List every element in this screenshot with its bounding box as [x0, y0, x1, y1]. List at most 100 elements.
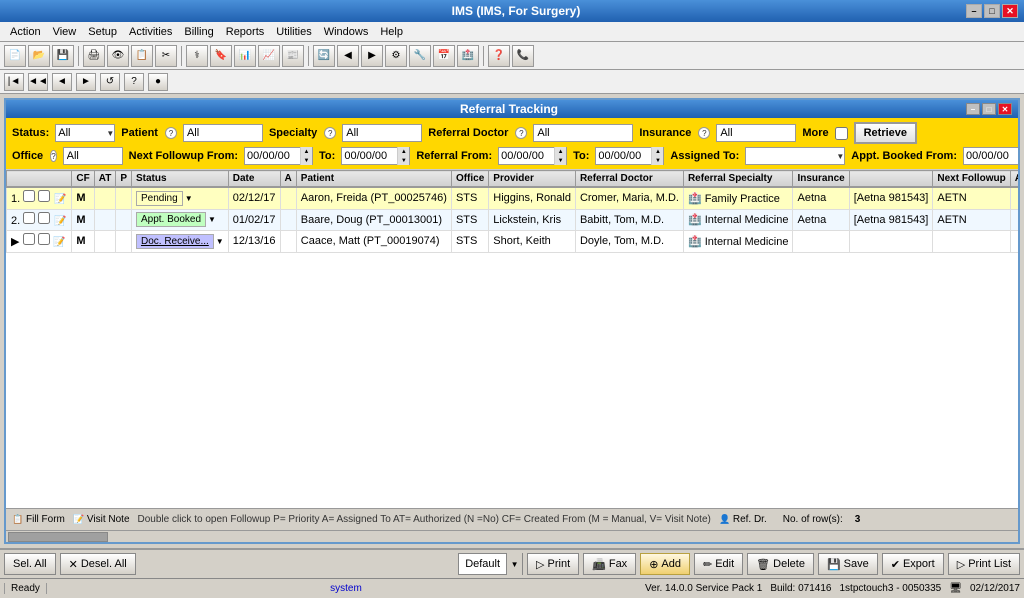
spin-down-3[interactable]: ▼	[555, 156, 566, 165]
appt-booked-from-group[interactable]: ▲ ▼	[963, 147, 1020, 165]
tb-btn-11[interactable]: ◀	[337, 45, 359, 67]
referral-close[interactable]: ✕	[998, 103, 1012, 115]
referral-to-spin[interactable]: ▲ ▼	[651, 147, 663, 165]
nav-next-multi[interactable]: ►	[76, 73, 96, 91]
tb-btn-9[interactable]: 📰	[282, 45, 304, 67]
specialty-input[interactable]	[342, 124, 422, 142]
referral-to-input[interactable]	[596, 148, 651, 164]
fax-button[interactable]: 📠 Fax	[583, 553, 636, 575]
row-3-checkbox[interactable]	[23, 233, 35, 245]
spin-down-4[interactable]: ▼	[652, 156, 663, 165]
referral-maximize[interactable]: □	[982, 103, 996, 115]
menu-utilities[interactable]: Utilities	[270, 25, 317, 39]
status-combo[interactable]: All ▼	[55, 124, 115, 142]
tb-btn-10[interactable]: 🔄	[313, 45, 335, 67]
print-button[interactable]: ▷ Print	[527, 553, 579, 575]
col-next-followup[interactable]: Next Followup	[933, 171, 1010, 188]
tb-btn-12[interactable]: ▶	[361, 45, 383, 67]
preview-button[interactable]: 👁	[107, 45, 129, 67]
spin-up[interactable]: ▲	[301, 147, 312, 156]
default-combo[interactable]: Default ▼	[458, 553, 523, 575]
print-tb-button[interactable]: 🖨	[83, 45, 105, 67]
col-p[interactable]: P	[116, 171, 132, 188]
referral-window-controls[interactable]: – □ ✕	[966, 103, 1012, 115]
col-referral-doctor[interactable]: Referral Doctor	[575, 171, 683, 188]
menu-windows[interactable]: Windows	[318, 25, 375, 39]
nav-home[interactable]: ●	[148, 73, 168, 91]
tb-btn-5[interactable]: ⚕	[186, 45, 208, 67]
delete-button[interactable]: 🗑 Delete	[747, 553, 814, 575]
more-checkbox[interactable]	[835, 127, 848, 140]
system-user[interactable]: system	[330, 583, 362, 594]
col-a[interactable]: A	[280, 171, 296, 188]
col-cf[interactable]: CF	[72, 171, 94, 188]
insurance-help-icon[interactable]: ?	[698, 127, 710, 139]
nav-prev[interactable]: ◄	[52, 73, 72, 91]
retrieve-button[interactable]: Retrieve	[854, 122, 917, 144]
specialty-help-icon[interactable]: ?	[324, 127, 336, 139]
sel-all-button[interactable]: Sel. All	[4, 553, 56, 575]
tb-btn-3[interactable]: 📋	[131, 45, 153, 67]
col-insurance[interactable]: Insurance	[793, 171, 849, 188]
horizontal-scrollbar[interactable]	[6, 530, 1018, 542]
office-input[interactable]	[63, 147, 123, 165]
row-1-edit-icon[interactable]: 📝	[53, 193, 67, 207]
export-button[interactable]: ✔ Export	[882, 553, 944, 575]
tb-btn-6[interactable]: 🔖	[210, 45, 232, 67]
scroll-thumb[interactable]	[8, 532, 108, 542]
referral-doctor-help-icon[interactable]: ?	[515, 127, 527, 139]
row-1-status[interactable]: Pending ▼	[131, 187, 228, 209]
tb-btn-4[interactable]: ✂	[155, 45, 177, 67]
appt-booked-from-spin[interactable]: ▲ ▼	[1019, 147, 1020, 165]
office-help-icon[interactable]: ?	[50, 150, 56, 162]
tb-btn-16[interactable]: 🏥	[457, 45, 479, 67]
tb-btn-13[interactable]: ⚙	[385, 45, 407, 67]
referral-to-group[interactable]: ▲ ▼	[595, 147, 664, 165]
col-patient[interactable]: Patient	[296, 171, 451, 188]
nav-help[interactable]: ?	[124, 73, 144, 91]
visit-note-footer[interactable]: 📝 Visit Note	[73, 514, 130, 526]
new-button[interactable]: 📄	[4, 45, 26, 67]
next-followup-from-input[interactable]	[245, 148, 300, 164]
window-controls[interactable]: – □ ✕	[966, 4, 1018, 18]
spin-up-2[interactable]: ▲	[398, 147, 409, 156]
referral-minimize[interactable]: –	[966, 103, 980, 115]
menu-setup[interactable]: Setup	[82, 25, 123, 39]
referral-from-group[interactable]: ▲ ▼	[498, 147, 567, 165]
row-2-checkbox2[interactable]	[38, 212, 50, 224]
maximize-button[interactable]: □	[984, 4, 1000, 18]
referral-from-spin[interactable]: ▲ ▼	[554, 147, 566, 165]
col-appt-booked[interactable]: Appt. Booked	[1010, 171, 1018, 188]
menu-billing[interactable]: Billing	[178, 25, 219, 39]
row-2-checkbox[interactable]	[23, 212, 35, 224]
col-date[interactable]: Date	[228, 171, 280, 188]
status-select[interactable]: All	[55, 124, 115, 142]
nav-refresh[interactable]: ↺	[100, 73, 120, 91]
save-tb-button[interactable]: 💾	[52, 45, 74, 67]
print-list-button[interactable]: ▷ Print List	[948, 553, 1020, 575]
menu-reports[interactable]: Reports	[220, 25, 271, 39]
col-office[interactable]: Office	[451, 171, 488, 188]
spin-up-4[interactable]: ▲	[652, 147, 663, 156]
tb-btn-15[interactable]: 📅	[433, 45, 455, 67]
edit-button[interactable]: ✏ Edit	[694, 553, 743, 575]
tb-btn-17[interactable]: ❓	[488, 45, 510, 67]
col-status[interactable]: Status	[131, 171, 228, 188]
row-3-patient[interactable]: Caace, Matt (PT_00019074)	[296, 231, 451, 253]
menu-view[interactable]: View	[47, 25, 83, 39]
minimize-button[interactable]: –	[966, 4, 982, 18]
next-followup-to-input[interactable]	[342, 148, 397, 164]
referral-from-input[interactable]	[499, 148, 554, 164]
save-button[interactable]: 💾 Save	[818, 553, 878, 575]
row-1-patient[interactable]: Aaron, Freida (PT_00025746)	[296, 187, 451, 209]
insurance-input[interactable]	[716, 124, 796, 142]
assigned-to-select[interactable]	[745, 147, 845, 165]
row-expand[interactable]: ▶	[11, 236, 19, 248]
col-provider[interactable]: Provider	[489, 171, 576, 188]
menu-help[interactable]: Help	[374, 25, 409, 39]
col-referral-specialty[interactable]: Referral Specialty	[683, 171, 793, 188]
spin-down[interactable]: ▼	[301, 156, 312, 165]
row-3-checkbox2[interactable]	[38, 233, 50, 245]
more-checkbox-wrap[interactable]	[835, 127, 848, 140]
tb-btn-14[interactable]: 🔧	[409, 45, 431, 67]
